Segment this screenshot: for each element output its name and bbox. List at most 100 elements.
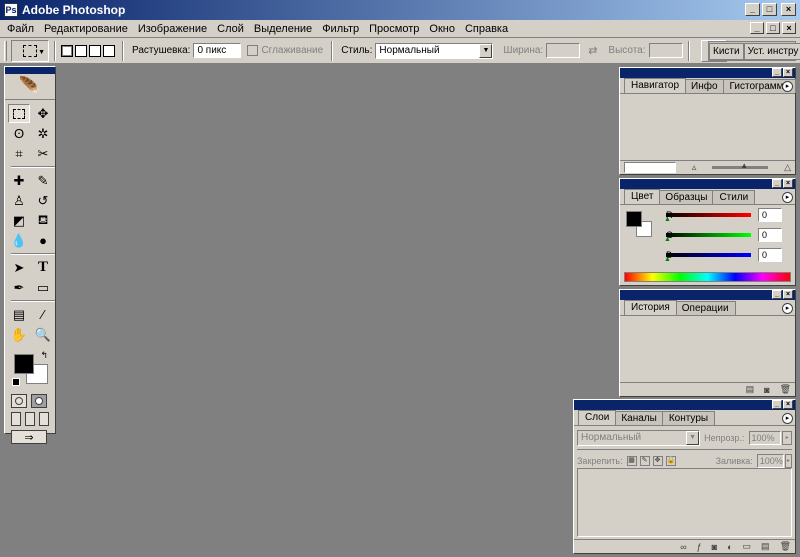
new-selection-button[interactable] xyxy=(61,44,73,57)
blur-tool[interactable]: 💧 xyxy=(8,231,30,250)
new-layer-icon[interactable]: ▤ xyxy=(761,541,770,552)
notes-tool[interactable]: ▤ xyxy=(8,305,30,324)
brush-tool[interactable]: ✎ xyxy=(32,171,54,190)
layers-list[interactable] xyxy=(577,468,792,537)
tab-info[interactable]: Инфо xyxy=(684,79,725,93)
zoom-input[interactable] xyxy=(624,162,676,173)
paint-bucket-tool[interactable]: ⛾ xyxy=(32,211,54,230)
intersect-selection-button[interactable] xyxy=(103,44,115,57)
zoom-slider[interactable]: ▲ xyxy=(712,161,769,170)
jump-to-imageready-button[interactable]: ⇒ xyxy=(11,430,47,444)
doc-close-button[interactable]: × xyxy=(782,22,796,34)
panel-close-button[interactable]: × xyxy=(783,400,793,409)
maximize-button[interactable]: □ xyxy=(762,3,777,16)
layer-style-icon[interactable]: ƒ xyxy=(697,542,702,552)
panel-menu-icon[interactable]: ▸ xyxy=(782,192,793,203)
toolbox-titlebar[interactable] xyxy=(5,67,55,74)
rect-marquee-tool[interactable] xyxy=(8,104,30,123)
color-spectrum-bar[interactable] xyxy=(624,272,791,282)
fill-slider-button[interactable]: ▸ xyxy=(784,454,792,468)
lock-image-icon[interactable]: ✎ xyxy=(639,456,650,466)
options-bar-grip[interactable] xyxy=(4,40,7,61)
panel-minimize-button[interactable]: _ xyxy=(772,290,782,299)
zoom-tool[interactable]: 🔍 xyxy=(32,325,54,344)
link-layers-icon[interactable]: ∞ xyxy=(680,542,686,552)
screen-mode-standard-button[interactable] xyxy=(11,412,21,426)
blue-slider-handle[interactable]: ▲ xyxy=(664,256,671,263)
delete-layer-icon[interactable]: 🗑 xyxy=(780,541,791,552)
new-snapshot-icon[interactable]: ◙ xyxy=(764,385,769,395)
tab-actions[interactable]: Операции xyxy=(674,301,736,315)
menu-layer[interactable]: Слой xyxy=(212,23,249,35)
feather-logo-icon[interactable]: 🪶 xyxy=(5,74,55,100)
red-slider[interactable] xyxy=(666,213,751,217)
eyedropper-tool[interactable]: ⁄ xyxy=(32,305,54,324)
screen-mode-menu-button[interactable] xyxy=(25,412,35,426)
tab-navigator[interactable]: Навигатор xyxy=(624,78,687,93)
panel-minimize-button[interactable]: _ xyxy=(772,400,782,409)
menu-help[interactable]: Справка xyxy=(460,23,513,35)
lock-all-icon[interactable]: 🔒 xyxy=(665,456,676,466)
menu-edit[interactable]: Редактирование xyxy=(39,23,133,35)
doc-restore-button[interactable]: □ xyxy=(766,22,780,34)
doc-minimize-button[interactable]: _ xyxy=(750,22,764,34)
magic-wand-tool[interactable]: ✲ xyxy=(32,124,54,143)
adjustment-layer-icon[interactable]: ◐ xyxy=(727,542,732,552)
panel-close-button[interactable]: × xyxy=(783,179,793,188)
tab-history[interactable]: История xyxy=(624,300,677,315)
panel-minimize-button[interactable]: _ xyxy=(772,68,782,77)
clone-stamp-tool[interactable]: ♙ xyxy=(8,191,30,210)
minimize-button[interactable]: _ xyxy=(745,3,760,16)
slice-tool[interactable]: ✂ xyxy=(32,144,54,163)
tab-color[interactable]: Цвет xyxy=(624,189,661,204)
brushes-tab[interactable]: Кисти xyxy=(709,42,744,60)
color-panel-foreground-swatch[interactable] xyxy=(626,211,642,227)
new-layer-set-icon[interactable]: ▭ xyxy=(743,541,752,552)
shape-tool[interactable]: ▭ xyxy=(32,278,54,297)
history-panel-titlebar[interactable]: _ × xyxy=(620,290,795,300)
pen-tool[interactable]: ✒ xyxy=(8,278,30,297)
blue-value-input[interactable]: 0 xyxy=(758,248,782,262)
hand-tool[interactable]: ✋ xyxy=(8,325,30,344)
width-input[interactable] xyxy=(546,43,581,58)
panel-menu-icon[interactable]: ▸ xyxy=(782,413,793,424)
swap-dimensions-icon[interactable]: ⇄ xyxy=(588,44,597,57)
blend-mode-select[interactable]: Нормальный ▼ xyxy=(577,430,701,446)
navigator-panel-titlebar[interactable]: _ × xyxy=(620,68,795,78)
tool-presets-tab[interactable]: Уст. инстру xyxy=(743,42,800,60)
zoom-in-icon[interactable]: △ xyxy=(784,162,791,173)
panel-menu-icon[interactable]: ▸ xyxy=(782,303,793,314)
subtract-selection-button[interactable] xyxy=(89,44,101,57)
menu-file[interactable]: Файл xyxy=(2,23,39,35)
default-colors-icon[interactable] xyxy=(12,378,20,386)
style-select[interactable]: Нормальный ▼ xyxy=(375,42,494,59)
fill-input[interactable]: 100% xyxy=(756,454,784,468)
opacity-slider-button[interactable]: ▸ xyxy=(782,431,792,445)
tab-channels[interactable]: Каналы xyxy=(614,411,664,425)
tab-styles[interactable]: Стили xyxy=(712,190,756,204)
menu-window[interactable]: Окно xyxy=(424,23,460,35)
antialias-checkbox[interactable] xyxy=(247,45,259,56)
opacity-input[interactable]: 100% xyxy=(748,431,782,445)
red-value-input[interactable]: 0 xyxy=(758,208,782,222)
screen-mode-full-button[interactable] xyxy=(39,412,49,426)
eraser-tool[interactable]: ◩ xyxy=(8,211,30,230)
feather-input[interactable]: 0 пикс xyxy=(193,43,242,58)
type-tool[interactable]: T xyxy=(32,258,54,277)
lock-transparency-icon[interactable]: ▦ xyxy=(626,456,637,466)
green-slider[interactable] xyxy=(666,233,751,237)
red-slider-handle[interactable]: ▲ xyxy=(664,216,671,223)
quick-mask-button[interactable] xyxy=(31,394,47,408)
move-tool[interactable]: ✥ xyxy=(32,104,54,123)
panel-minimize-button[interactable]: _ xyxy=(772,179,782,188)
menu-filter[interactable]: Фильтр xyxy=(317,23,364,35)
zoom-out-icon[interactable]: ▵ xyxy=(692,162,697,173)
tab-layers[interactable]: Слои xyxy=(578,410,617,425)
dodge-tool[interactable]: ● xyxy=(32,231,54,250)
menu-image[interactable]: Изображение xyxy=(133,23,212,35)
layer-mask-icon[interactable]: ◙ xyxy=(712,542,717,552)
tab-swatches[interactable]: Образцы xyxy=(658,190,715,204)
green-value-input[interactable]: 0 xyxy=(758,228,782,242)
lock-position-icon[interactable]: ✥ xyxy=(652,456,663,466)
tab-paths[interactable]: Контуры xyxy=(661,411,716,425)
